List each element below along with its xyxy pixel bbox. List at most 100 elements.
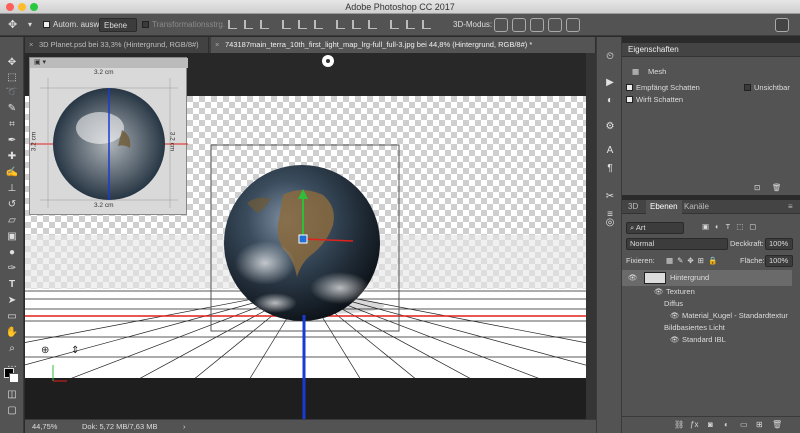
background-color-swatch[interactable]	[9, 373, 19, 383]
roll-3d-icon[interactable]	[512, 18, 526, 32]
cast-shadows-checkbox[interactable]	[626, 96, 633, 103]
type-tool-icon[interactable]: T	[5, 279, 19, 291]
distribute-left-icon[interactable]	[390, 20, 399, 29]
delete-layer-icon[interactable]: 🗑	[772, 420, 782, 429]
tab-terra-map[interactable]: × 743187main_terra_10th_first_light_map_l…	[211, 37, 596, 53]
layer-filter-icons[interactable]: ▣◐T⬚▢	[702, 222, 762, 231]
add-mask-icon[interactable]: ◙	[708, 420, 713, 429]
mesh-label: Mesh	[648, 67, 667, 76]
tab-layers[interactable]: Ebenen	[646, 200, 682, 214]
align-left-icon[interactable]	[282, 20, 291, 29]
document-canvas[interactable]: ⊕ ⇕ ▣ ▾ 3.2 cm 3.2 cm 3.2 cm 3.2 cm	[25, 53, 586, 419]
invisible-checkbox[interactable]	[744, 84, 751, 91]
orbit-3d-icon[interactable]	[494, 18, 508, 32]
receive-shadows-checkbox[interactable]	[626, 84, 633, 91]
close-tab-icon[interactable]: ×	[29, 37, 33, 53]
clone-stamp-tool-icon[interactable]: ⊥	[5, 183, 19, 195]
distribute-hcenter-icon[interactable]	[406, 20, 415, 29]
tools-panel: ✥ ⬚ ➰ ✎ ⌗ ✒ ✚ ✍ ⊥ ↺ ▱ ▣ ● ✑ T ➤ ▭ ✋ ⌕ … …	[0, 37, 24, 433]
secondary-view-header: ▣ ▾	[30, 58, 188, 68]
secondary-view[interactable]: ▣ ▾ 3.2 cm 3.2 cm 3.2 cm 3.2 cm	[29, 57, 188, 215]
screen-mode-icon[interactable]: ▢	[5, 405, 19, 417]
history-icon[interactable]: ⏲	[604, 51, 616, 63]
status-bar: 44,75% Dok: 5,72 MB/7,63 MB ›	[25, 419, 596, 433]
move-tool-icon[interactable]: ✥	[8, 18, 17, 32]
paragraph-icon[interactable]: ¶	[604, 163, 616, 175]
link-layers-icon[interactable]: ⛓	[674, 420, 684, 429]
align-bottom-icon[interactable]	[260, 20, 269, 29]
rectangle-tool-icon[interactable]: ▭	[5, 311, 19, 323]
crop-tool-icon[interactable]: ⌗	[5, 119, 19, 131]
auto-select-dropdown[interactable]: Ebene	[99, 18, 137, 32]
tab-3d-planet[interactable]: × 3D Planet.psd bei 33,3% (Hintergrund, R…	[25, 37, 209, 53]
tool-preset-chevron-icon[interactable]: ▾	[28, 18, 32, 32]
auto-select-checkbox[interactable]	[43, 21, 50, 28]
zoom-level[interactable]: 44,75%	[32, 420, 57, 433]
zoom-tool-icon[interactable]: ⌕	[5, 343, 19, 355]
scale-3d-icon[interactable]	[566, 18, 580, 32]
align-right-icon[interactable]	[314, 20, 323, 29]
layer-thumbnail	[644, 272, 666, 284]
transform-controls-checkbox[interactable]	[142, 21, 149, 28]
mesh-icon: ▦	[632, 67, 640, 76]
align-top-icon[interactable]	[228, 20, 237, 29]
ruler-left-label: 3.2 cm	[30, 131, 38, 152]
lock-icons[interactable]: ▦✎✥⊞🔒	[666, 256, 721, 265]
gizmo-center[interactable]	[298, 234, 308, 244]
secondary-view-globe	[30, 78, 188, 208]
history-brush-tool-icon[interactable]: ↺	[5, 199, 19, 211]
adjustment-layer-icon[interactable]: ◐	[724, 420, 729, 429]
tab-channels[interactable]: Kanäle	[684, 202, 709, 211]
layer-style-icon[interactable]: ƒx	[690, 420, 698, 429]
new-layer-icon[interactable]: ⊞	[756, 420, 763, 429]
align-hcenter-icon[interactable]	[298, 20, 307, 29]
panel-menu-icon[interactable]: ≡	[788, 202, 793, 211]
move-tool-icon[interactable]: ✥	[5, 57, 19, 69]
gradient-tool-icon[interactable]: ▣	[5, 231, 19, 243]
slide-3d-icon[interactable]	[548, 18, 562, 32]
vertical-scrollbar[interactable]	[586, 53, 596, 419]
fill-field[interactable]: 100%	[765, 255, 793, 267]
path-select-tool-icon[interactable]: ➤	[5, 295, 19, 307]
actions-icon[interactable]: ▶	[604, 77, 616, 89]
healing-brush-tool-icon[interactable]: ✚	[5, 151, 19, 163]
document-size[interactable]: Dok: 5,72 MB/7,63 MB	[82, 420, 157, 433]
tab-3d[interactable]: 3D	[628, 202, 638, 211]
brush-tool-icon[interactable]: ✍	[5, 167, 19, 179]
opacity-field[interactable]: 100%	[765, 238, 793, 250]
new-group-icon[interactable]: ▭	[740, 420, 748, 429]
pan-3d-icon[interactable]	[530, 18, 544, 32]
hand-tool-icon[interactable]: ✋	[5, 327, 19, 339]
workspace-switcher-icon[interactable]	[775, 18, 789, 32]
pen-tool-icon[interactable]: ✑	[5, 263, 19, 275]
status-menu-chevron-icon[interactable]: ›	[183, 420, 186, 433]
distribute-right-icon[interactable]	[422, 20, 431, 29]
window-title: Adobe Photoshop CC 2017	[345, 2, 455, 12]
filter-kind-dropdown[interactable]: ⌕ Art	[626, 222, 684, 234]
align-vcenter-icon[interactable]	[244, 20, 253, 29]
eyedropper-tool-icon[interactable]: ✒	[5, 135, 19, 147]
styles-icon[interactable]: ⚙	[604, 121, 616, 133]
marquee-tool-icon[interactable]: ⬚	[5, 72, 19, 84]
lasso-tool-icon[interactable]: ➰	[5, 87, 19, 99]
distribute-bottom-icon[interactable]	[368, 20, 377, 29]
options-bar: ✥ ▾ Autom. ausw.: Ebene Transformationss…	[0, 14, 800, 36]
properties-reset-icon[interactable]: ⊡	[754, 183, 760, 192]
distribute-vcenter-icon[interactable]	[352, 20, 361, 29]
adjustments-icon[interactable]: ◐	[604, 95, 616, 107]
dodge-tool-icon[interactable]: ●	[5, 247, 19, 259]
quick-select-tool-icon[interactable]: ✎	[5, 103, 19, 115]
distribute-top-icon[interactable]	[336, 20, 345, 29]
secondary-view-options-icon[interactable]: ▣ ▾	[34, 58, 46, 66]
blend-mode-dropdown[interactable]: Normal	[626, 238, 728, 250]
visibility-eye-icon[interactable]: 👁	[670, 332, 680, 348]
tools-presets-icon[interactable]: ✂	[604, 191, 616, 203]
svg-text:⊕: ⊕	[41, 345, 49, 356]
layer-row-standard-ibl[interactable]: 👁 Standard IBL	[622, 332, 792, 348]
character-icon[interactable]: A	[604, 145, 616, 157]
quick-mask-icon[interactable]: ◫	[5, 389, 19, 401]
3d-panel-icon[interactable]: ◎	[604, 217, 616, 229]
close-tab-icon[interactable]: ×	[215, 37, 219, 53]
eraser-tool-icon[interactable]: ▱	[5, 215, 19, 227]
properties-trash-icon[interactable]: 🗑	[772, 183, 782, 192]
